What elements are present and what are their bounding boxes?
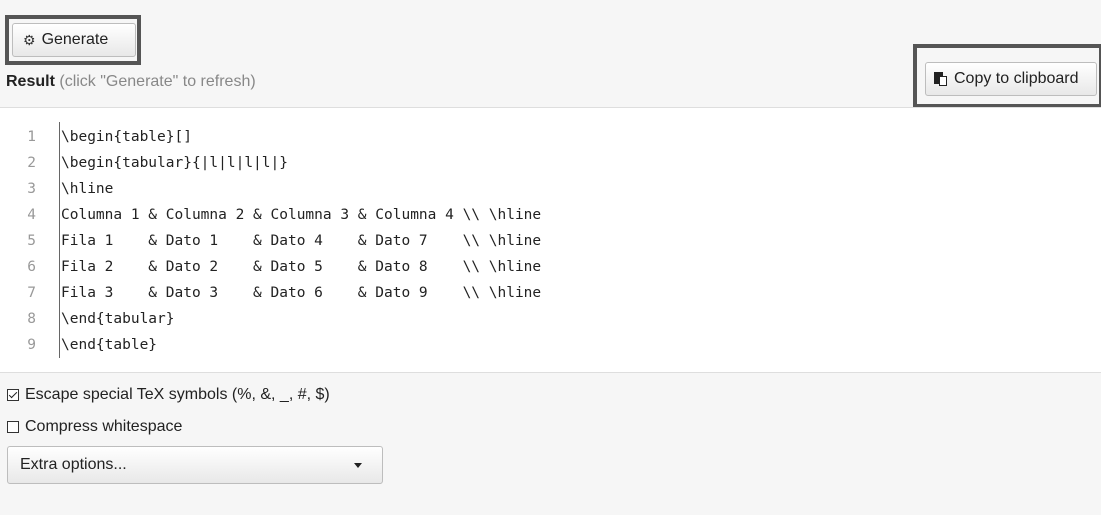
escape-tex-checkbox[interactable] xyxy=(7,389,19,401)
escape-tex-label: Escape special TeX symbols (%, &, _, #, … xyxy=(25,386,330,403)
divider xyxy=(0,372,1101,373)
code-line-text: Fila 3 & Dato 3 & Dato 6 & Dato 9 \\ \hl… xyxy=(61,285,542,301)
compress-whitespace-option[interactable]: Compress whitespace xyxy=(7,418,182,436)
line-number: 1 xyxy=(27,129,36,145)
line-number: 9 xyxy=(27,337,36,353)
code-line: 3 \hline xyxy=(0,176,541,202)
code-line-text: \end{tabular} xyxy=(61,311,175,327)
code-line-text: Columna 1 & Columna 2 & Columna 3 & Colu… xyxy=(61,207,542,223)
copy-highlight-frame: Copy to clipboard xyxy=(913,44,1101,108)
code-line: 2 \begin{tabular}{|l|l|l|l|} xyxy=(0,150,541,176)
extra-options-dropdown[interactable]: Extra options... xyxy=(7,446,383,484)
code-output[interactable]: 1 \begin{table}[] 2 \begin{tabular}{|l|l… xyxy=(0,108,1101,372)
code-line-text: \hline xyxy=(61,181,114,197)
copy-button-label: Copy to clipboard xyxy=(954,70,1079,87)
latex-table-generator: ⚙ Generate Result (click "Generate" to r… xyxy=(0,0,1101,515)
line-number: 6 xyxy=(27,259,36,275)
caret-down-icon xyxy=(354,462,362,468)
code-line-text: Fila 1 & Dato 1 & Dato 4 & Dato 7 \\ \hl… xyxy=(61,233,542,249)
code-line-text: Fila 2 & Dato 2 & Dato 5 & Dato 8 \\ \hl… xyxy=(61,259,542,275)
generate-button[interactable]: ⚙ Generate xyxy=(12,23,136,57)
code-line-text: \begin{table}[] xyxy=(61,129,192,145)
code-line: 6 Fila 2 & Dato 2 & Dato 5 & Dato 8 \\ \… xyxy=(0,254,541,280)
line-number: 5 xyxy=(27,233,36,249)
result-heading: Result (click "Generate" to refresh) xyxy=(6,73,256,91)
extra-options-label: Extra options... xyxy=(20,456,127,473)
code-line: 7 Fila 3 & Dato 3 & Dato 6 & Dato 9 \\ \… xyxy=(0,280,541,306)
result-title: Result xyxy=(6,73,55,90)
line-number: 2 xyxy=(27,155,36,171)
compress-whitespace-checkbox[interactable] xyxy=(7,421,19,433)
code-line: 9 \end{table} xyxy=(0,332,541,358)
generate-highlight-frame: ⚙ Generate xyxy=(5,15,141,65)
clipboard-icon xyxy=(934,71,948,87)
line-number: 3 xyxy=(27,181,36,197)
line-number: 4 xyxy=(27,207,36,223)
line-number: 8 xyxy=(27,311,36,327)
code-line: 1 \begin{table}[] xyxy=(0,124,541,150)
copy-to-clipboard-button[interactable]: Copy to clipboard xyxy=(925,62,1097,96)
result-hint: (click "Generate" to refresh) xyxy=(59,73,256,90)
line-number: 7 xyxy=(27,285,36,301)
code-line-text: \end{table} xyxy=(61,337,158,353)
compress-whitespace-label: Compress whitespace xyxy=(25,418,183,435)
escape-tex-option[interactable]: Escape special TeX symbols (%, &, _, #, … xyxy=(7,386,330,404)
code-line: 4 Columna 1 & Columna 2 & Columna 3 & Co… xyxy=(0,202,541,228)
code-line: 5 Fila 1 & Dato 1 & Dato 4 & Dato 7 \\ \… xyxy=(0,228,541,254)
code-line-text: \begin{tabular}{|l|l|l|l|} xyxy=(61,155,288,171)
code-lines: 1 \begin{table}[] 2 \begin{tabular}{|l|l… xyxy=(0,124,541,358)
generate-button-label: Generate xyxy=(41,31,109,48)
code-line: 8 \end{tabular} xyxy=(0,306,541,332)
gears-icon: ⚙ xyxy=(23,32,36,48)
